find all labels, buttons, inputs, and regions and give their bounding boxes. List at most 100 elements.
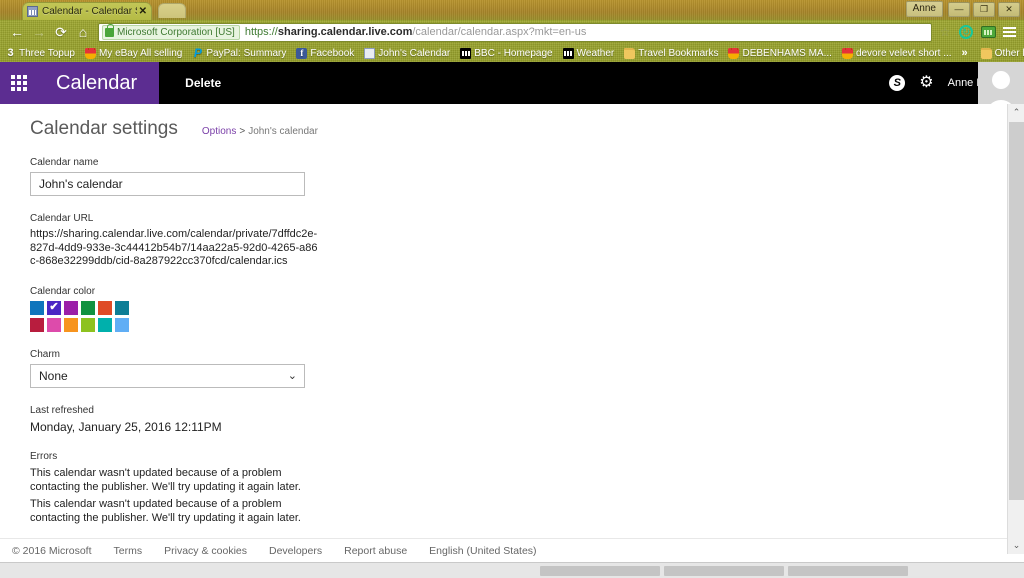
close-tab-icon[interactable]: ✕ bbox=[137, 6, 147, 17]
extension-refresh-glyph: ↻ bbox=[959, 25, 973, 39]
bookmark-travel-bookmarks[interactable]: Travel Bookmarks bbox=[624, 47, 718, 59]
maximize-button[interactable]: ❐ bbox=[973, 1, 995, 17]
footer-link-report-abuse[interactable]: Report abuse bbox=[344, 545, 407, 557]
calendar-favicon-icon bbox=[27, 6, 38, 17]
new-tab-button[interactable] bbox=[158, 3, 186, 18]
close-window-button[interactable]: ✕ bbox=[998, 1, 1020, 17]
color-swatch[interactable] bbox=[115, 300, 129, 315]
app-launcher-button[interactable] bbox=[0, 62, 38, 104]
adblock-extension-icon[interactable] bbox=[978, 22, 998, 42]
bookmark-weather[interactable]: Weather bbox=[562, 47, 615, 59]
paypal-icon: P bbox=[193, 47, 202, 59]
taskbar-item[interactable] bbox=[664, 565, 784, 576]
calendar-color-label: Calendar color bbox=[30, 285, 96, 297]
color-swatch[interactable] bbox=[64, 317, 78, 332]
color-swatch[interactable] bbox=[81, 300, 95, 315]
swatch-row-1: ✔ bbox=[30, 300, 1007, 315]
bookmark-label: BBC - Homepage bbox=[474, 47, 553, 59]
browser-window: Calendar - Calendar Settin ✕ Anne — ❐ ✕ … bbox=[0, 0, 1024, 578]
footer-link-privacy[interactable]: Privacy & cookies bbox=[164, 545, 247, 557]
last-refreshed-label: Last refreshed bbox=[30, 404, 94, 416]
facebook-icon: f bbox=[296, 47, 308, 59]
page-scrollbar[interactable]: ⌃ ⌄ bbox=[1007, 104, 1024, 554]
extension-refresh-icon[interactable]: ↻ bbox=[956, 22, 976, 42]
home-icon[interactable]: ⌂ bbox=[72, 21, 94, 43]
other-bookmarks-folder[interactable]: Other bookmarks bbox=[980, 47, 1024, 59]
app-header: Calendar Delete S ⚙ Anne Bishop bbox=[0, 62, 1024, 118]
color-swatch[interactable] bbox=[98, 300, 112, 315]
charm-select[interactable]: None bbox=[30, 363, 305, 388]
site-identity-badge[interactable]: Microsoft Corporation [US] bbox=[102, 23, 240, 40]
color-swatch[interactable] bbox=[64, 300, 78, 315]
footer-link-terms[interactable]: Terms bbox=[114, 545, 143, 557]
calendar-icon bbox=[364, 47, 376, 59]
bookmark-three-topup[interactable]: 3 Three Topup bbox=[5, 48, 75, 59]
bookmark-bbc-homepage[interactable]: BBC - Homepage bbox=[460, 47, 553, 59]
browser-tab[interactable]: Calendar - Calendar Settin ✕ bbox=[22, 2, 152, 20]
bbc-icon bbox=[460, 47, 472, 59]
bookmark-label: Weather bbox=[576, 47, 615, 59]
check-icon: ✔ bbox=[49, 301, 59, 313]
color-swatch[interactable] bbox=[47, 317, 61, 332]
address-bar[interactable]: Microsoft Corporation [US] https://shari… bbox=[98, 22, 932, 42]
bookmark-debenhams[interactable]: DEBENHAMS MA... bbox=[728, 47, 832, 59]
taskbar-item[interactable] bbox=[788, 565, 908, 576]
reload-icon[interactable]: ⟳ bbox=[50, 21, 72, 43]
minimize-button[interactable]: — bbox=[948, 1, 970, 17]
back-icon[interactable]: ← bbox=[6, 21, 28, 43]
color-swatch[interactable] bbox=[115, 317, 129, 332]
bookmark-star-icon[interactable]: ☆ bbox=[936, 25, 954, 39]
bookmarks-overflow-icon[interactable]: » bbox=[962, 47, 968, 59]
bookmark-label: John's Calendar bbox=[378, 47, 451, 59]
page-footer: © 2016 Microsoft Terms Privacy & cookies… bbox=[0, 538, 1007, 562]
calendar-url-label: Calendar URL bbox=[30, 213, 94, 224]
color-swatch[interactable] bbox=[98, 317, 112, 332]
bookmark-devore-velevt-short[interactable]: devore velevt short ... bbox=[841, 47, 952, 59]
scroll-down-icon[interactable]: ⌄ bbox=[1008, 537, 1024, 554]
avatar-head bbox=[992, 71, 1010, 89]
scroll-up-icon[interactable]: ⌃ bbox=[1008, 104, 1024, 121]
command-bar: Delete bbox=[159, 62, 890, 104]
three-icon: 3 bbox=[7, 47, 14, 59]
forward-icon[interactable]: → bbox=[28, 21, 50, 43]
calendar-color-swatches: ✔ bbox=[30, 300, 1007, 332]
color-swatch[interactable] bbox=[30, 317, 44, 332]
gear-icon[interactable]: ⚙ bbox=[919, 75, 933, 91]
window-titlebar: Calendar - Calendar Settin ✕ Anne — ❐ ✕ bbox=[0, 0, 1024, 20]
bookmark-johns-calendar[interactable]: John's Calendar bbox=[364, 47, 451, 59]
bookmark-label: Three Topup bbox=[19, 47, 75, 59]
taskbar-item[interactable] bbox=[540, 565, 660, 576]
bookmark-my-ebay-all-selling[interactable]: My eBay All selling bbox=[84, 47, 183, 59]
color-swatch[interactable] bbox=[81, 317, 95, 332]
folder-icon bbox=[980, 47, 992, 59]
color-swatch-selected[interactable]: ✔ bbox=[47, 300, 61, 315]
charm-select-wrap: None ⌄ bbox=[30, 363, 305, 388]
ebay-icon bbox=[728, 47, 740, 59]
bookmark-facebook[interactable]: f Facebook bbox=[296, 47, 354, 59]
browser-menu-icon[interactable] bbox=[998, 27, 1018, 37]
window-user-label[interactable]: Anne bbox=[905, 1, 943, 17]
bookmark-label: My eBay All selling bbox=[98, 47, 183, 59]
bookmark-label: PayPal: Summary bbox=[206, 47, 287, 59]
footer-link-developers[interactable]: Developers bbox=[269, 545, 322, 557]
ebay-icon bbox=[841, 47, 853, 59]
error-message: This calendar wasn't updated because of … bbox=[30, 466, 301, 494]
other-bookmarks-label: Other bookmarks bbox=[994, 47, 1024, 59]
breadcrumb-options-link[interactable]: Options bbox=[202, 126, 236, 137]
scrollbar-thumb[interactable] bbox=[1009, 122, 1024, 500]
delete-button[interactable]: Delete bbox=[177, 72, 229, 94]
app-name-link[interactable]: Calendar bbox=[38, 62, 160, 104]
page-title-row: Calendar settings Options > John's calenda… bbox=[30, 118, 1007, 140]
waffle-icon bbox=[11, 75, 27, 91]
bookmark-label: DEBENHAMS MA... bbox=[742, 47, 832, 59]
site-identity-label: Microsoft Corporation [US] bbox=[117, 26, 235, 38]
calendar-url-value: https://sharing.calendar.live.com/calend… bbox=[30, 228, 318, 267]
bookmarks-bar: 3 Three Topup My eBay All selling P PayP… bbox=[0, 44, 1024, 62]
footer-link-language[interactable]: English (United States) bbox=[429, 545, 536, 557]
calendar-name-input[interactable] bbox=[30, 172, 305, 196]
swatch-row-2 bbox=[30, 317, 1007, 332]
bookmark-paypal-summary[interactable]: P PayPal: Summary bbox=[192, 47, 287, 59]
skype-icon[interactable]: S bbox=[889, 75, 906, 91]
charm-label: Charm bbox=[30, 348, 61, 360]
color-swatch[interactable] bbox=[30, 300, 44, 315]
